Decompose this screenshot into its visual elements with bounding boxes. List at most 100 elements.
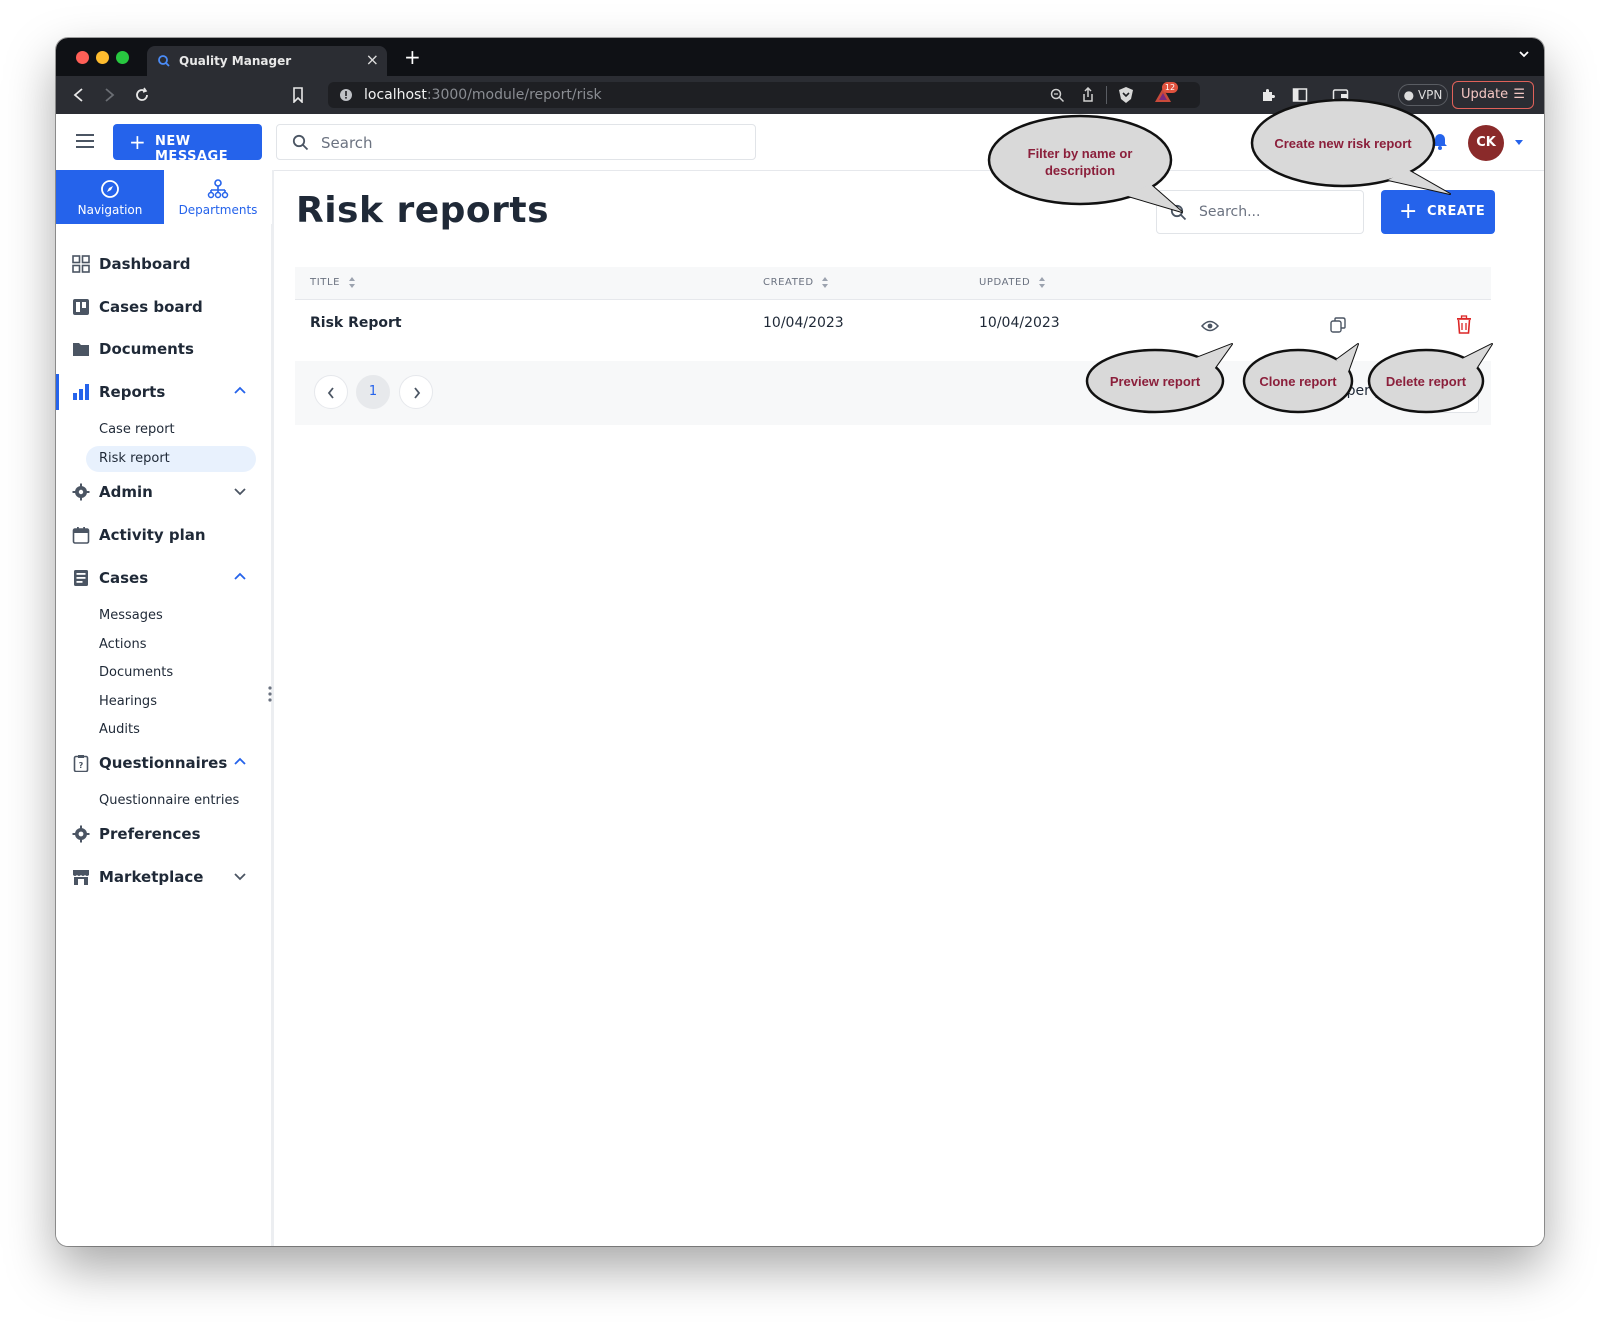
sidebar-item-documents[interactable]: Documents: [56, 331, 271, 367]
report-filter-input[interactable]: Search...: [1156, 190, 1364, 234]
clipboard-icon: ?: [73, 755, 89, 772]
chevron-down-icon[interactable]: [234, 486, 246, 496]
sort-icon[interactable]: [348, 276, 356, 289]
hamburger-menu-icon[interactable]: [76, 134, 94, 148]
sidebar-item-dashboard[interactable]: Dashboard: [56, 246, 271, 282]
tab-navigation-label: Navigation: [77, 203, 143, 217]
bookmark-icon[interactable]: [292, 87, 304, 103]
chevron-up-icon[interactable]: [234, 572, 246, 582]
report-filter-placeholder: Search...: [1199, 204, 1261, 220]
bell-icon[interactable]: [1432, 132, 1448, 150]
brave-shield-icon[interactable]: [1118, 86, 1134, 104]
sidebar-item-preferences[interactable]: Preferences: [56, 816, 271, 852]
page-number-button[interactable]: 1: [356, 375, 390, 409]
menu-icon: ☰: [1513, 87, 1525, 102]
cell-updated: 10/04/2023: [979, 315, 1060, 331]
vpn-label: VPN: [1417, 88, 1443, 102]
maximize-window-icon[interactable]: [116, 51, 129, 64]
zoom-icon[interactable]: [1050, 88, 1065, 103]
trash-icon[interactable]: [1456, 315, 1472, 334]
sort-icon[interactable]: [1038, 276, 1046, 289]
sidebar-item-cases[interactable]: Cases: [56, 560, 271, 596]
user-avatar[interactable]: CK: [1468, 125, 1504, 161]
browser-tab-title: Quality Manager: [179, 54, 292, 68]
sidebar-subitem-audits[interactable]: Audits: [86, 717, 256, 743]
eye-icon[interactable]: [1201, 319, 1219, 333]
next-page-button[interactable]: [399, 375, 433, 409]
copy-icon[interactable]: [1329, 316, 1347, 334]
chevron-down-icon[interactable]: [234, 871, 246, 881]
sidebar-subitem-label: Questionnaire entries: [99, 793, 240, 808]
account-menu-caret-icon[interactable]: [1514, 139, 1524, 147]
sort-icon[interactable]: [821, 276, 829, 289]
folder-icon: [73, 343, 89, 356]
tab-navigation[interactable]: Navigation: [56, 170, 164, 224]
tab-departments[interactable]: Departments: [164, 170, 272, 224]
sidebar-item-label: Marketplace: [99, 868, 204, 886]
sidebar-item-cases-board[interactable]: Cases board: [56, 289, 271, 325]
new-tab-icon[interactable]: +: [404, 45, 421, 69]
table-row[interactable]: Risk Report 10/04/2023 10/04/2023: [295, 299, 1491, 361]
column-header-title[interactable]: TITLE: [310, 277, 340, 288]
global-search-input[interactable]: Search: [276, 124, 756, 160]
callout-delete-text: Delete report: [1385, 374, 1467, 389]
caret-down-icon: [1455, 391, 1463, 396]
admin-gear-icon: [72, 483, 90, 501]
cell-created: 10/04/2023: [763, 315, 844, 331]
column-header-updated[interactable]: UPDATED: [979, 277, 1030, 288]
sidebar-item-activity-plan[interactable]: Activity plan: [56, 517, 271, 553]
page-title: Risk reports: [296, 190, 550, 231]
chevron-down-icon[interactable]: [1518, 48, 1530, 60]
wallet-icon[interactable]: [1332, 87, 1350, 103]
board-icon: [73, 299, 89, 315]
sidebar-item-admin[interactable]: Admin: [56, 474, 271, 510]
sidebar-subitem-messages[interactable]: Messages: [86, 603, 256, 629]
chevron-left-icon: [327, 387, 334, 399]
new-message-button[interactable]: + NEW MESSAGE: [113, 124, 262, 164]
previous-page-button[interactable]: [314, 375, 348, 409]
column-header-created[interactable]: CREATED: [763, 277, 814, 288]
reload-icon[interactable]: [134, 87, 150, 103]
vpn-button[interactable]: ● VPN: [1398, 84, 1448, 106]
chevron-up-icon[interactable]: [234, 386, 246, 396]
sidebar-subitem-case-report[interactable]: Case report: [86, 417, 256, 443]
sidebar-subitem-label: Actions: [99, 637, 147, 652]
close-window-icon[interactable]: [76, 51, 89, 64]
chevron-up-icon[interactable]: [234, 757, 246, 767]
forward-icon[interactable]: [102, 87, 116, 103]
sidebar-subitem-questionnaire-entries[interactable]: Questionnaire entries: [86, 788, 256, 814]
sidebar-subitem-hearings[interactable]: Hearings: [86, 689, 256, 715]
plus-icon: +: [129, 130, 147, 154]
url-host: localhost: [364, 87, 427, 103]
close-tab-icon[interactable]: ×: [366, 50, 379, 69]
plus-icon: +: [1399, 199, 1418, 224]
cell-title: Risk Report: [310, 315, 402, 331]
sidebar-item-marketplace[interactable]: Marketplace: [56, 859, 271, 895]
update-button[interactable]: Update ☰: [1452, 81, 1534, 109]
share-icon[interactable]: [1081, 87, 1095, 103]
compass-icon: [101, 180, 119, 198]
sidebar-subitem-risk-report[interactable]: Risk report: [86, 446, 256, 472]
sidebar-tabs: Navigation Departments: [56, 170, 274, 224]
callout-create-text: Create new risk report: [1274, 136, 1412, 151]
sidebar-item-questionnaires[interactable]: ? Questionnaires: [56, 745, 271, 781]
sidebar-toggle-icon[interactable]: [1292, 87, 1308, 103]
sidebar-item-label: Activity plan: [99, 526, 206, 544]
sidebar-item-reports[interactable]: Reports: [56, 374, 271, 410]
callout-clone-text: Clone report: [1259, 374, 1337, 389]
create-button[interactable]: + CREATE: [1381, 190, 1495, 234]
url-path: :3000/module/report/risk: [426, 87, 602, 103]
sidebar-subitem-actions[interactable]: Actions: [86, 632, 256, 658]
browser-tab[interactable]: Quality Manager ×: [147, 46, 387, 76]
minimize-window-icon[interactable]: [96, 51, 109, 64]
store-icon: [73, 870, 89, 885]
site-info-icon[interactable]: [339, 88, 353, 102]
sidebar-subitem-documents[interactable]: Documents: [86, 660, 256, 686]
extensions-icon[interactable]: [1260, 87, 1276, 103]
callout-preview-text: Preview report: [1109, 374, 1201, 389]
sidebar-subitem-label: Hearings: [99, 694, 157, 709]
sidebar-resize-handle[interactable]: [268, 686, 272, 702]
back-icon[interactable]: [72, 87, 86, 103]
sidebar-item-label: Admin: [99, 483, 153, 501]
url-bar[interactable]: localhost:3000/module/report/risk 12: [328, 82, 1200, 108]
